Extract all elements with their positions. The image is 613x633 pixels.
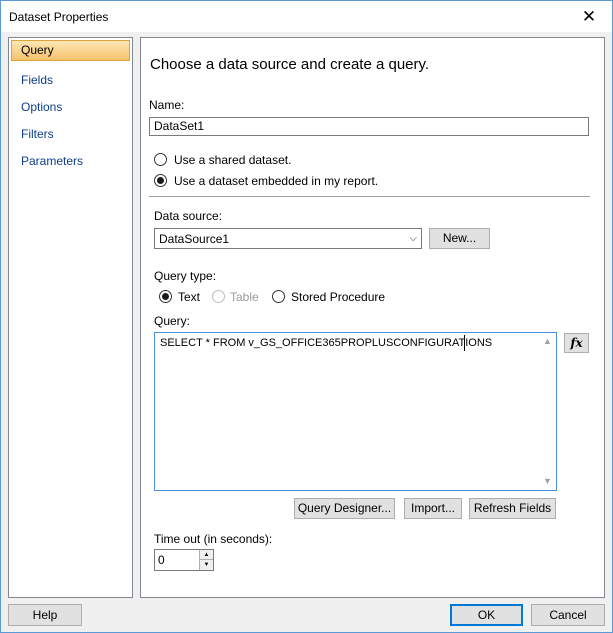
new-datasource-button[interactable]: New... [429, 228, 490, 249]
window-title: Dataset Properties [9, 10, 109, 24]
scroll-down-icon[interactable]: ▼ [539, 473, 556, 490]
query-type-stored-label[interactable]: Stored Procedure [291, 290, 385, 304]
text-caret [464, 335, 465, 351]
stepper-arrows[interactable]: ▲ ▼ [199, 550, 213, 570]
refresh-fields-button[interactable]: Refresh Fields [469, 498, 556, 519]
nav-item-fields[interactable]: Fields [11, 70, 130, 91]
section-divider [149, 196, 590, 197]
help-button[interactable]: Help [8, 604, 82, 626]
dialog-window: Dataset Properties ✕ Query Fields Option… [0, 0, 613, 633]
nav-list: Query Fields Options Filters Parameters [8, 37, 133, 598]
query-type-text-radio[interactable] [159, 290, 172, 303]
query-text: SELECT * FROM v_GS_OFFICE365PROPLUSCONFI… [160, 337, 493, 349]
query-type-stored-radio[interactable] [272, 290, 285, 303]
query-type-table-label: Table [230, 290, 259, 304]
fx-icon: fx [570, 336, 583, 350]
query-scrollbar[interactable]: ▲ ▼ [539, 333, 556, 490]
query-designer-button[interactable]: Query Designer... [294, 498, 395, 519]
panel-heading: Choose a data source and create a query. [150, 56, 430, 73]
query-label: Query: [154, 314, 191, 328]
import-button[interactable]: Import... [404, 498, 462, 519]
query-type-text-label[interactable]: Text [178, 290, 200, 304]
query-type-table-radio [212, 290, 225, 303]
timeout-stepper[interactable]: 0 ▲ ▼ [154, 549, 214, 571]
close-button[interactable]: ✕ [566, 1, 612, 32]
shared-dataset-label[interactable]: Use a shared dataset. [174, 153, 291, 167]
expression-button[interactable]: fx [564, 333, 589, 353]
nav-item-options[interactable]: Options [11, 97, 130, 118]
name-input[interactable]: DataSet1 [149, 117, 589, 136]
datasource-value: DataSource1 [159, 232, 230, 246]
nav-item-query[interactable]: Query [11, 40, 130, 61]
embedded-dataset-label[interactable]: Use a dataset embedded in my report. [174, 174, 378, 188]
name-label: Name: [149, 98, 185, 112]
query-textarea[interactable]: SELECT * FROM v_GS_OFFICE365PROPLUSCONFI… [154, 332, 557, 491]
ok-button[interactable]: OK [450, 604, 523, 626]
cancel-button[interactable]: Cancel [531, 604, 605, 626]
timeout-value: 0 [158, 553, 165, 567]
datasource-label: Data source: [154, 209, 223, 223]
decrement-icon[interactable]: ▼ [200, 560, 213, 570]
title-bar: Dataset Properties ✕ [1, 1, 612, 32]
shared-dataset-radio[interactable] [154, 153, 167, 166]
timeout-label: Time out (in seconds): [154, 532, 273, 546]
query-type-label: Query type: [154, 269, 217, 283]
chevron-down-icon: ⌵ [409, 233, 417, 244]
close-icon: ✕ [581, 6, 597, 26]
nav-item-filters[interactable]: Filters [11, 124, 130, 145]
increment-icon[interactable]: ▲ [200, 550, 213, 560]
datasource-select[interactable]: DataSource1 ⌵ [154, 228, 422, 249]
nav-item-parameters[interactable]: Parameters [11, 151, 130, 172]
scroll-up-icon[interactable]: ▲ [539, 333, 556, 350]
embedded-dataset-radio[interactable] [154, 174, 167, 187]
